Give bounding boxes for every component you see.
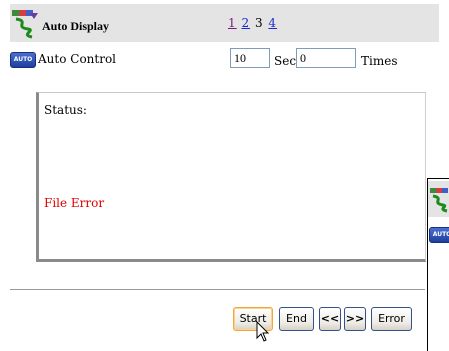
times-input[interactable] (296, 48, 356, 68)
page-link-2[interactable]: 2 (241, 16, 250, 30)
status-panel: Status: File Error (36, 92, 426, 262)
previous-button[interactable]: << (319, 307, 341, 331)
app-title: Auto Display (42, 19, 110, 33)
status-label: Status: (44, 103, 87, 117)
page-link-4[interactable]: 4 (268, 16, 277, 30)
seconds-unit-label: Sec (274, 54, 297, 68)
divider (10, 289, 425, 291)
times-unit-label: Times (361, 54, 398, 68)
auto-icon: AUTO (429, 227, 449, 243)
interval-seconds-input[interactable] (230, 48, 270, 68)
page-nav: 1 2 3 4 (228, 16, 277, 30)
auto-control-row: AUTO Auto Control Sec Times (10, 46, 439, 74)
status-error-message: File Error (44, 196, 105, 210)
auto-control-label: Auto Control (38, 52, 117, 66)
next-button[interactable]: >> (344, 307, 366, 331)
background-window[interactable]: AUTO (427, 178, 449, 351)
error-button[interactable]: Error (371, 307, 412, 331)
page-link-1[interactable]: 1 (228, 16, 237, 30)
page-current: 3 (254, 16, 264, 30)
auto-display-icon (430, 188, 448, 213)
header-bar: Auto Display 1 2 3 4 (10, 4, 439, 42)
auto-icon: AUTO (10, 52, 36, 68)
end-button[interactable]: End (279, 307, 314, 331)
mouse-pointer-icon (256, 321, 270, 342)
auto-display-icon (12, 10, 38, 39)
background-window-header (428, 181, 449, 217)
